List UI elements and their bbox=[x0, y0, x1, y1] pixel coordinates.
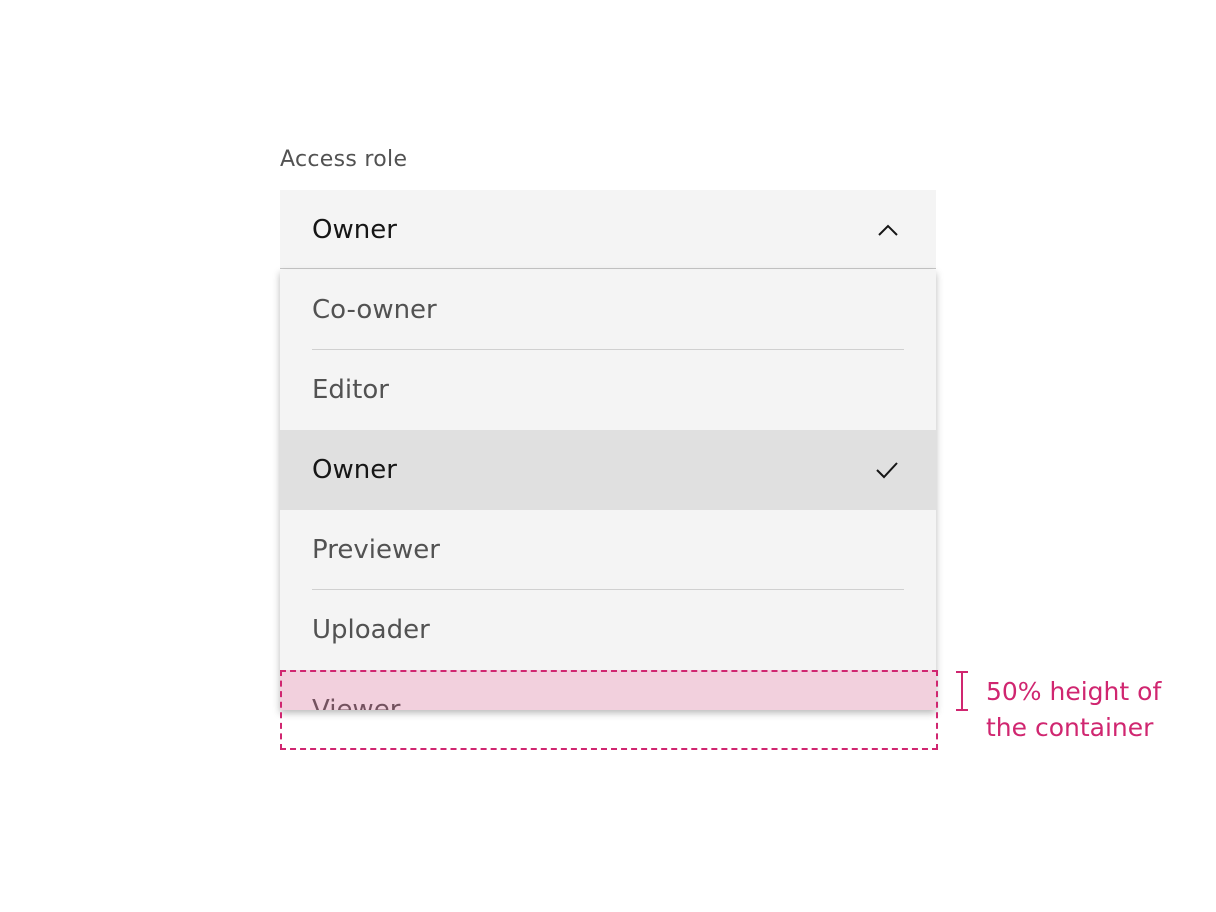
partial-item-outline bbox=[280, 670, 938, 750]
selected-value: Owner bbox=[312, 215, 397, 245]
chevron-up-icon bbox=[878, 224, 898, 236]
menu-item-label: Owner bbox=[312, 455, 397, 485]
annotation-line: the container bbox=[986, 713, 1154, 742]
menu-item-label: Previewer bbox=[312, 535, 440, 565]
menu-item-label: Uploader bbox=[312, 615, 430, 645]
menu-item-label: Editor bbox=[312, 375, 389, 405]
access-role-dropdown[interactable]: Owner bbox=[280, 190, 936, 269]
dropdown-menu: Co-owner Editor Owner Previewer Uploader… bbox=[280, 270, 936, 710]
menu-item-uploader[interactable]: Uploader bbox=[280, 590, 936, 670]
height-measure-icon bbox=[956, 671, 968, 711]
menu-item-label: Co-owner bbox=[312, 295, 437, 325]
annotation-note: 50% height of the container bbox=[986, 674, 1196, 746]
annotation-line: 50% height of bbox=[986, 677, 1162, 706]
menu-item-previewer[interactable]: Previewer bbox=[280, 510, 936, 590]
field-label: Access role bbox=[280, 147, 408, 172]
menu-item-editor[interactable]: Editor bbox=[280, 350, 936, 430]
menu-item-owner[interactable]: Owner bbox=[280, 430, 936, 510]
menu-item-co-owner[interactable]: Co-owner bbox=[280, 270, 936, 350]
checkmark-icon bbox=[876, 462, 898, 479]
